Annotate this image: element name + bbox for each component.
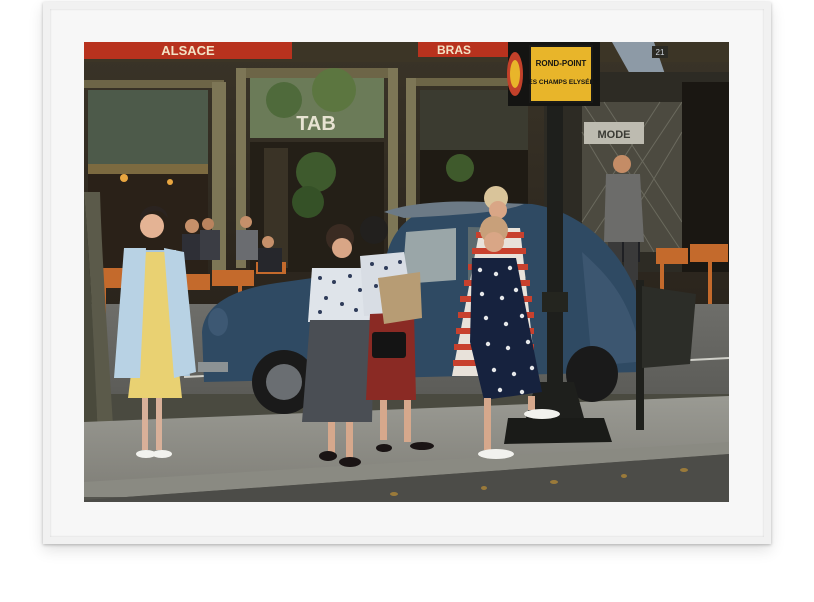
news-box	[642, 286, 696, 368]
lamp-post-base	[504, 418, 612, 444]
sign-line-1: ROND-POINT	[536, 59, 587, 68]
grey-skirt	[302, 320, 374, 422]
awning-left: ALSACE	[84, 42, 292, 59]
photo-scene: ALSACE BRAS 21 TAB MODE ROND-POINT DES C…	[84, 42, 729, 502]
shop-sign: MODE	[598, 129, 631, 141]
sign-line-2: DES CHAMPS ELYSÉES	[524, 77, 599, 86]
street-sign: ROND-POINT DES CHAMPS ELYSÉES	[507, 42, 600, 106]
awning-mid-text: BRAS	[437, 43, 471, 57]
awning-left-text: ALSACE	[161, 43, 215, 58]
street-photograph: ALSACE BRAS 21 TAB MODE ROND-POINT DES C…	[84, 42, 729, 502]
window-letters: TAB	[296, 113, 336, 135]
awning-mid: BRAS	[418, 42, 510, 57]
building-number: 21	[656, 48, 665, 57]
window-left	[88, 90, 208, 164]
handbag	[378, 272, 422, 324]
